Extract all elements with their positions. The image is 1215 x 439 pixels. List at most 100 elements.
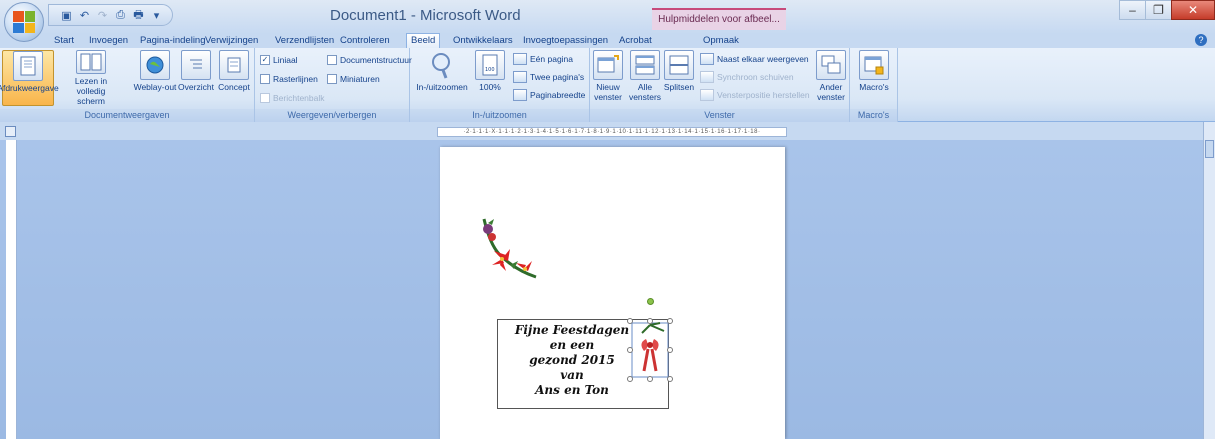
in-uitzoomen-button[interactable]: In-/uitzoomen <box>413 50 471 106</box>
new-window-icon <box>593 50 623 80</box>
contextual-tab-picture-tools: Hulpmiddelen voor afbeel... <box>652 8 786 30</box>
reset-position-icon <box>700 89 714 101</box>
weblay-out-button[interactable]: Weblay-out <box>132 50 178 106</box>
vertical-ruler[interactable] <box>6 140 17 439</box>
draft-icon <box>219 50 249 80</box>
overzicht-button[interactable]: Overzicht <box>178 50 214 106</box>
group-zoom: In-/uitzoomen 100 100% Eén pagina Twee p… <box>410 48 590 122</box>
minimize-button[interactable]: – <box>1119 0 1146 20</box>
macros-button[interactable]: Macro's <box>856 50 892 106</box>
concept-button[interactable]: Concept <box>216 50 252 106</box>
lezen-button[interactable]: Lezen in volledig scherm <box>62 50 120 106</box>
naast-elkaar-button[interactable]: Naast elkaar weergeven <box>700 52 809 66</box>
tab-beeld[interactable]: Beeld <box>406 33 441 48</box>
document-page[interactable]: Fijne Feestdagen en een gezond 2015 van … <box>440 147 785 439</box>
redo-icon[interactable]: ↷ <box>95 8 110 23</box>
dropdown-icon[interactable]: ▾ <box>149 8 164 23</box>
tab-invoegtoepassingen[interactable]: Invoegtoepassingen <box>523 34 608 48</box>
greeting-text[interactable]: Fijne Feestdagen en een gezond 2015 van … <box>506 323 638 398</box>
zoom-100-button[interactable]: 100 100% <box>474 50 506 106</box>
macros-label: Macro's <box>859 82 889 92</box>
save-icon[interactable]: ▣ <box>59 8 74 23</box>
resize-handle[interactable] <box>647 376 653 382</box>
resize-handle[interactable] <box>627 376 633 382</box>
group-label: Documentweergaven <box>0 109 254 122</box>
tab-verzendlijsten[interactable]: Verzendlijsten <box>275 34 334 48</box>
tab-start[interactable]: Start <box>54 34 74 48</box>
horizontal-ruler[interactable]: ·2·1·1·1·X·1·1·1·2·1·3·1·4·1·5·1·6·1·7·1… <box>437 127 787 137</box>
ruler-tab-selector[interactable] <box>5 126 16 137</box>
macro-icon <box>859 50 889 80</box>
resize-handle[interactable] <box>667 318 673 324</box>
checkbox-icon <box>327 55 337 65</box>
paginabreedte-button[interactable]: Paginabreedte <box>513 88 585 102</box>
print-preview-icon[interactable]: ⎙ <box>113 8 128 23</box>
paginabreedte-label: Paginabreedte <box>530 90 586 100</box>
nieuw-venster-label: Nieuw venster <box>594 82 622 102</box>
tab-pagina-indeling[interactable]: Pagina-indeling <box>140 34 206 48</box>
resize-handle[interactable] <box>667 376 673 382</box>
switch-windows-icon <box>816 50 846 80</box>
naast-elkaar-label: Naast elkaar weergeven <box>717 54 809 64</box>
checkbox-icon <box>260 74 270 84</box>
resize-handle[interactable] <box>627 318 633 324</box>
miniaturen-checkbox[interactable]: Miniaturen <box>327 72 380 86</box>
synchroon-schuiven-label: Synchroon schuiven <box>717 72 794 82</box>
rasterlijnen-checkbox[interactable]: Rasterlijnen <box>260 72 318 86</box>
liniaal-label: Liniaal <box>273 55 298 65</box>
synchroon-schuiven-button[interactable]: Synchroon schuiven <box>700 70 794 84</box>
close-button[interactable]: ✕ <box>1171 0 1215 20</box>
ander-venster-button[interactable]: Ander venster <box>814 50 848 106</box>
resize-handle[interactable] <box>647 318 653 324</box>
vensterpositie-herstellen-label: Vensterpositie herstellen <box>717 90 810 100</box>
tab-verwijzingen[interactable]: Verwijzingen <box>205 34 258 48</box>
documentstructuur-checkbox[interactable]: Documentstructuur <box>327 53 412 67</box>
group-label: Weergeven/verbergen <box>255 109 409 122</box>
one-page-icon <box>513 53 527 65</box>
overzicht-label: Overzicht <box>178 82 214 92</box>
page-100-icon: 100 <box>475 50 505 80</box>
ribbon-tabs: Start Invoegen Pagina-indeling Verwijzin… <box>0 33 1215 48</box>
full-screen-reading-icon <box>76 50 106 74</box>
greeting-line: en een <box>549 338 595 352</box>
group-documentweergaven: Afdrukweergave Lezen in volledig scherm … <box>0 48 255 122</box>
een-pagina-button[interactable]: Eén pagina <box>513 52 573 66</box>
bow-image[interactable] <box>630 321 670 379</box>
resize-handle[interactable] <box>627 347 633 353</box>
group-weergeven-verbergen: ✓ Liniaal Rasterlijnen Berichtenbalk Doc… <box>255 48 412 122</box>
office-button[interactable] <box>4 2 44 42</box>
splitsen-button[interactable]: Splitsen <box>663 50 695 106</box>
ander-venster-label: Ander venster <box>817 82 845 102</box>
arrange-all-icon <box>630 50 660 80</box>
poinsettia-image[interactable] <box>480 215 540 281</box>
twee-paginas-button[interactable]: Twee pagina's <box>513 70 584 84</box>
afdrukweergave-button[interactable]: Afdrukweergave <box>0 50 59 106</box>
tab-acrobat[interactable]: Acrobat <box>619 34 652 48</box>
magnifier-icon <box>427 50 457 80</box>
rotation-handle[interactable] <box>647 298 654 305</box>
undo-icon[interactable]: ↶ <box>77 8 92 23</box>
tab-invoegen[interactable]: Invoegen <box>89 34 128 48</box>
vertical-scrollbar[interactable] <box>1203 122 1215 439</box>
svg-text:100: 100 <box>485 67 495 73</box>
print-layout-icon <box>13 51 43 81</box>
nieuw-venster-button[interactable]: Nieuw venster <box>592 50 624 106</box>
globe-icon <box>140 50 170 80</box>
liniaal-checkbox[interactable]: ✓ Liniaal <box>260 53 298 67</box>
sync-scroll-icon <box>700 71 714 83</box>
print-icon[interactable]: 🖶 <box>131 8 146 23</box>
scrollbar-thumb[interactable] <box>1205 140 1214 158</box>
vensterpositie-herstellen-button[interactable]: Vensterpositie herstellen <box>700 88 810 102</box>
tab-ontwikkelaars[interactable]: Ontwikkelaars <box>453 34 513 48</box>
tab-opmaak[interactable]: Opmaak <box>703 34 739 48</box>
miniaturen-label: Miniaturen <box>340 74 380 84</box>
alle-vensters-button[interactable]: Alle vensters <box>628 50 662 106</box>
resize-handle[interactable] <box>667 347 673 353</box>
berichtenbalk-checkbox[interactable]: Berichtenbalk <box>260 91 325 105</box>
group-venster: Nieuw venster Alle vensters Splitsen Naa… <box>590 48 850 122</box>
page-width-icon <box>513 89 527 101</box>
help-icon[interactable]: ? <box>1195 34 1207 46</box>
een-pagina-label: Eén pagina <box>530 54 574 64</box>
maximize-button[interactable]: ❐ <box>1145 0 1172 20</box>
tab-controleren[interactable]: Controleren <box>340 34 390 48</box>
